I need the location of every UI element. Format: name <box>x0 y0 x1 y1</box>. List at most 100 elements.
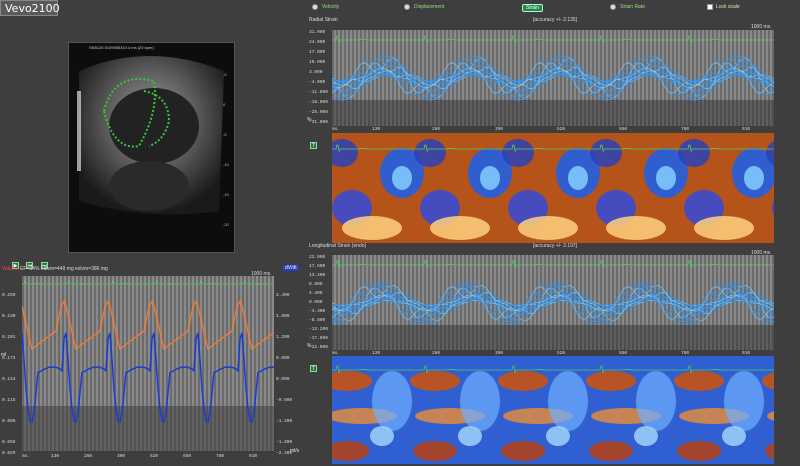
ecg-trace <box>332 35 774 44</box>
mode-displacement[interactable]: Displacement <box>404 4 444 10</box>
y-tick: -13.200 <box>309 327 328 332</box>
y-tick: -17.600 <box>309 336 328 341</box>
checkbox-icon[interactable] <box>707 4 713 10</box>
volume-panel: Volume EF=34% edlvm=449 mg eslvm=386 mg … <box>0 263 305 466</box>
colormap-toggle-icon[interactable]: T <box>310 142 317 149</box>
left-tick: 0.029 <box>2 451 16 456</box>
radio-icon[interactable] <box>312 4 318 10</box>
app-logo-text: Vevo2100 <box>5 2 60 15</box>
left-tick: 0.115 <box>2 398 16 403</box>
bmode-image[interactable]: -5 0 -5 -10 -15 -20 <box>69 51 234 251</box>
svg-text:-15: -15 <box>223 192 230 197</box>
bmode-image-panel: SN5125 0109955310.4 ms (20 bpm) -5 0 -5 -10… <box>68 42 235 253</box>
x-tick: 130 <box>372 127 381 132</box>
right-tick: -1.200 <box>276 419 293 424</box>
radial-strain-traces <box>332 54 774 102</box>
left-tick: 0.086 <box>2 419 16 424</box>
y-tick: 17.000 <box>309 50 326 55</box>
y-tick: 3.000 <box>309 70 323 75</box>
mode-selector: Velocity Displacement Strain Strain Rate… <box>310 4 800 16</box>
mode-velocity[interactable]: Velocity <box>312 4 339 10</box>
y-tick: 13.200 <box>309 273 326 278</box>
volume-title: Volume <box>2 266 19 272</box>
longitudinal-strain-chart <box>332 260 774 350</box>
mode-velocity-label: Velocity <box>322 4 340 10</box>
x-tick: 260 <box>84 454 93 459</box>
x-tick: 910 <box>742 127 751 132</box>
x-tick: 520 <box>150 454 159 459</box>
radial-strain-panel: Radial Strain [accuracy +/- 2.135] 1000 … <box>307 17 800 243</box>
x-tick: 910 <box>249 454 258 459</box>
x-tick: 650 <box>183 454 192 459</box>
mode-strain-label: Strain <box>522 4 544 12</box>
bmode-info: SN5125 0109955310.4 ms (20 bpm) <box>89 45 154 50</box>
x-tick: 130 <box>51 454 60 459</box>
y-tick: 8.800 <box>309 282 323 287</box>
lock-scale-toggle[interactable]: Lock scale <box>707 4 740 10</box>
right-tick: 0.600 <box>276 356 290 361</box>
longitudinal-strain-colormap[interactable] <box>332 356 774 464</box>
y-tick: -4.400 <box>309 309 326 314</box>
right-tick: 1.200 <box>276 335 290 340</box>
y-tick: -25.000 <box>309 110 328 115</box>
right-tick: 0.000 <box>276 377 290 382</box>
left-tick: 0.230 <box>2 314 16 319</box>
left-tick: 0.173 <box>2 356 16 361</box>
radial-strain-plot[interactable] <box>332 30 774 126</box>
longitudinal-strain-accuracy: [accuracy +/- 3.197] <box>533 243 578 249</box>
svg-text:-10: -10 <box>223 162 230 167</box>
right-tick: 2.400 <box>276 293 290 298</box>
radio-icon[interactable] <box>404 4 410 10</box>
mode-strain-rate-label: Strain Rate <box>620 4 646 10</box>
volume-chart <box>22 279 274 451</box>
y-tick: 22.000 <box>309 255 326 260</box>
ecg-trace <box>22 279 274 285</box>
y-tick: -22.000 <box>309 345 328 350</box>
volume-metrics: EF=34% edlvm=449 mg eslvm=386 mg <box>20 266 108 272</box>
lock-scale-label: Lock scale <box>716 4 740 10</box>
volume-header: Volume EF=34% edlvm=449 mg eslvm=386 mg <box>2 266 108 272</box>
y-tick: 24.000 <box>309 40 326 45</box>
volume-curve <box>22 299 274 351</box>
volume-plot[interactable] <box>22 276 274 451</box>
radial-strain-accuracy: [accuracy +/- 2.135] <box>533 17 578 23</box>
x-tick: 260 <box>432 127 441 132</box>
x-tick: 390 <box>117 454 126 459</box>
mode-strain[interactable]: Strain <box>522 4 544 12</box>
y-tick: -4.000 <box>309 80 326 85</box>
longitudinal-strain-title: Longitudinal Strain (endo) <box>309 243 367 249</box>
y-tick: 17.600 <box>309 264 326 269</box>
radio-icon[interactable] <box>610 4 616 10</box>
x-tick: 780 <box>681 127 690 132</box>
x-tick: ms. <box>332 127 341 132</box>
svg-text:-5: -5 <box>223 72 227 77</box>
y-tick: 31.000 <box>309 30 326 35</box>
radial-strain-title: Radial Strain <box>309 17 338 23</box>
svg-text:-5: -5 <box>223 132 227 137</box>
y-tick: -11.000 <box>309 90 328 95</box>
right-tick: -0.600 <box>276 398 293 403</box>
longitudinal-strain-traces <box>332 281 774 325</box>
left-tick: 0.144 <box>2 377 16 382</box>
longitudinal-colormap-image <box>332 356 774 464</box>
mode-badge[interactable]: dV/dt <box>283 265 299 271</box>
app-logo: Vevo2100 <box>0 0 60 16</box>
ecg-trace <box>332 260 774 269</box>
colormap-toggle-icon[interactable]: T <box>310 365 317 372</box>
y-tick: -31.000 <box>309 120 328 125</box>
right-tick: -1.800 <box>276 440 293 445</box>
longitudinal-strain-plot[interactable] <box>332 255 774 350</box>
svg-text:-20: -20 <box>223 222 230 227</box>
svg-text:0: 0 <box>223 102 226 107</box>
x-tick: 390 <box>495 127 504 132</box>
right-tick: 1.800 <box>276 314 290 319</box>
left-tick: 0.259 <box>2 293 16 298</box>
x-tick: ms. <box>22 454 31 459</box>
mode-strain-rate[interactable]: Strain Rate <box>610 4 645 10</box>
x-tick: 650 <box>619 127 628 132</box>
y-tick: 0.000 <box>309 300 323 305</box>
radial-colormap-image <box>332 133 774 243</box>
y-tick: -18.000 <box>309 100 328 105</box>
radial-strain-colormap[interactable] <box>332 133 774 243</box>
left-tick: 0.201 <box>2 335 16 340</box>
